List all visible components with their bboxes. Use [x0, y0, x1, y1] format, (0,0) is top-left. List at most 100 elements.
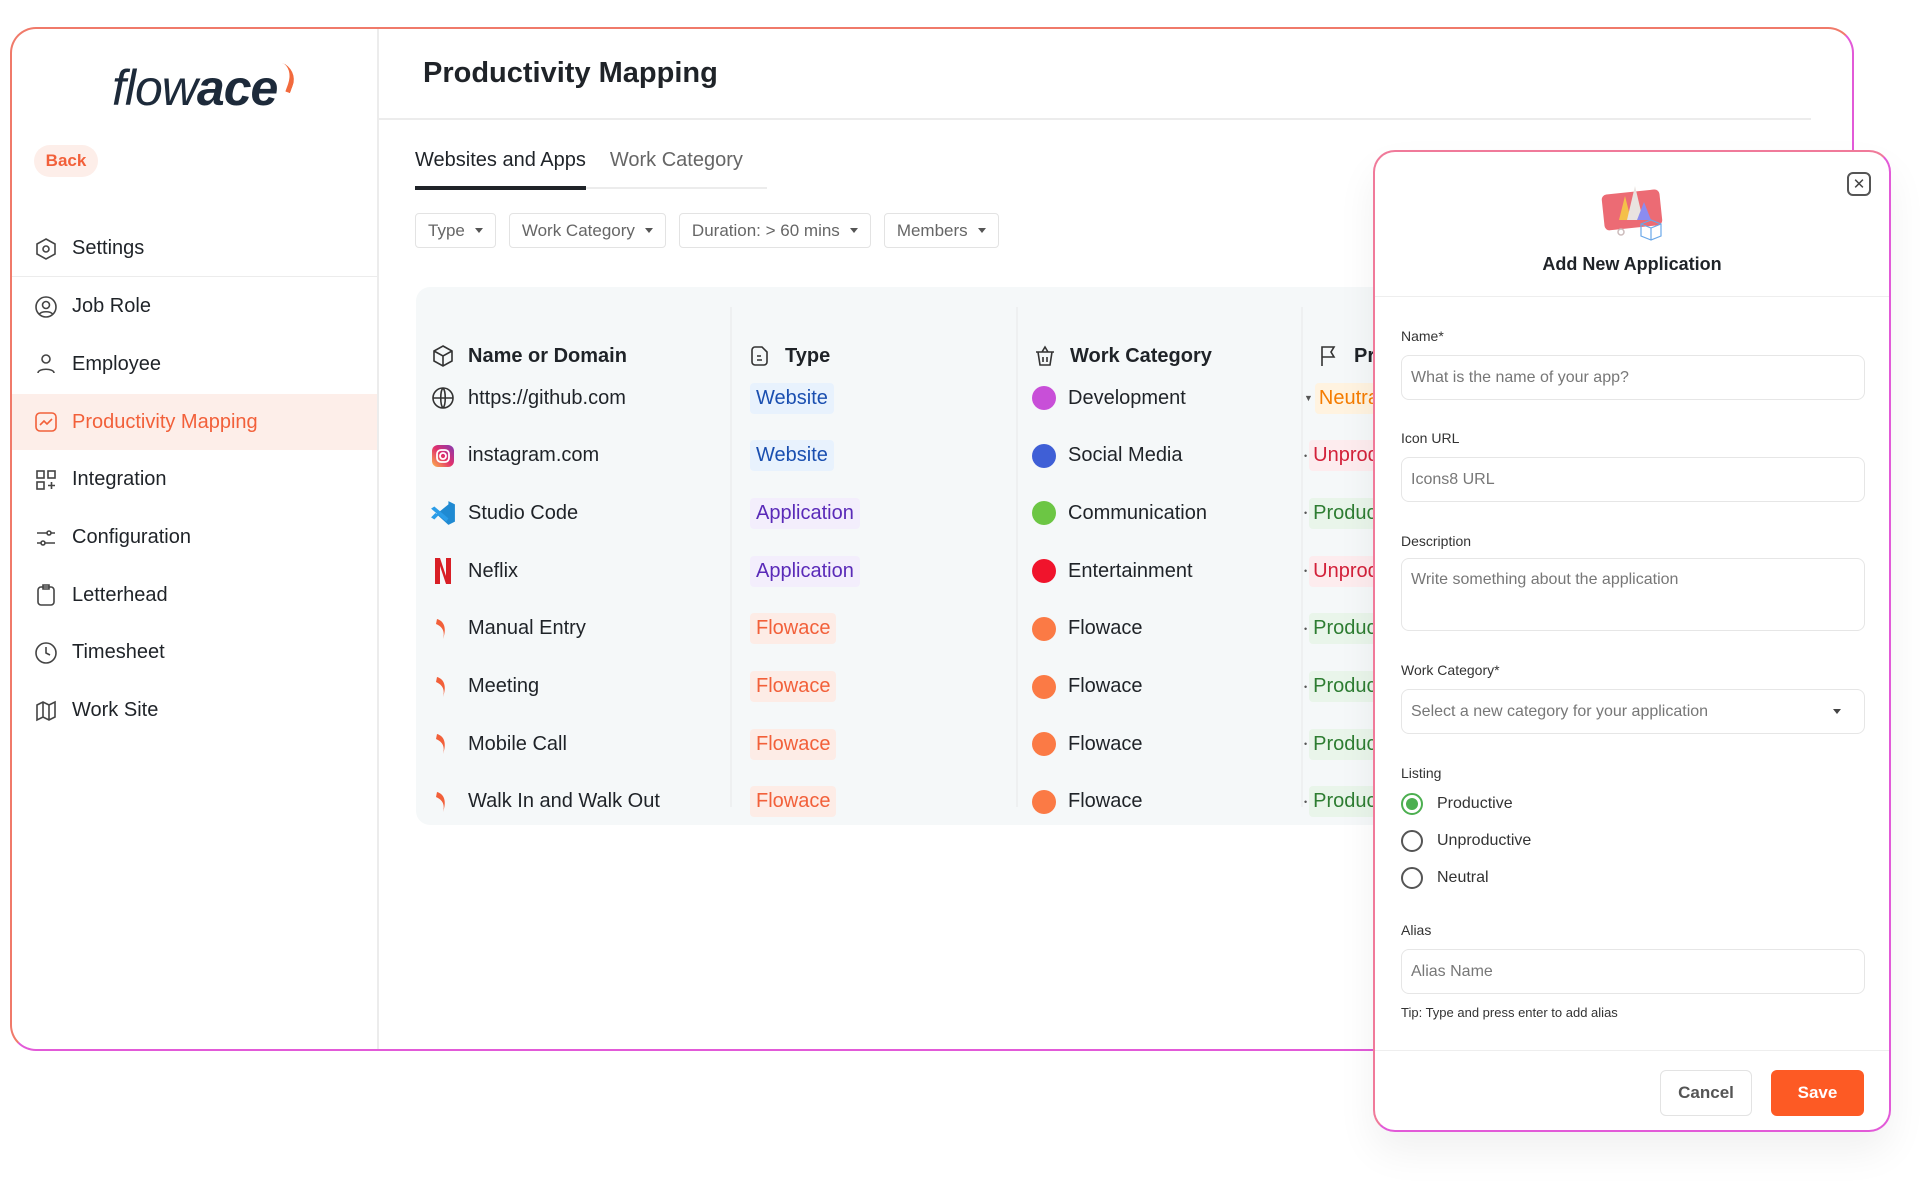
description-textarea[interactable]: [1401, 558, 1865, 631]
category-label: Flowace: [1068, 732, 1143, 755]
table-row-category[interactable]: Flowace: [1032, 724, 1142, 764]
table-row-type: Flowace: [750, 609, 837, 649]
table-row-productivity[interactable]: • Unprod: [1304, 551, 1383, 591]
sidebar-item-label: Integration: [72, 468, 167, 491]
productivity-badge: Produc: [1309, 497, 1381, 529]
table-row-productivity[interactable]: • Produc: [1304, 493, 1381, 533]
table-row-name[interactable]: Meeting: [430, 667, 539, 707]
sidebar-item-label: Employee: [72, 352, 161, 375]
globe-icon: [430, 385, 456, 411]
column-header-name[interactable]: Name or Domain: [430, 336, 627, 376]
caret-down-icon: •: [1304, 566, 1308, 577]
table-row-productivity[interactable]: • Produc: [1304, 724, 1381, 764]
filter-work-category[interactable]: Work Category: [508, 213, 666, 248]
netflix-icon: [430, 558, 456, 585]
user-circle-icon: [34, 295, 58, 319]
caret-down-icon: ▼: [1304, 393, 1313, 403]
category-color-dot: [1032, 789, 1056, 814]
caret-down-icon: •: [1304, 450, 1308, 461]
table-row-name[interactable]: https://github.com: [430, 378, 626, 418]
sidebar-item-job-role[interactable]: Job Role: [12, 279, 377, 335]
table-row-name[interactable]: instagram.com: [430, 436, 599, 476]
radio-productive[interactable]: Productive: [1401, 793, 1513, 815]
table-row-name[interactable]: Mobile Call: [430, 724, 567, 764]
tab-websites-and-apps[interactable]: Websites and Apps: [415, 149, 586, 190]
sidebar-item-configuration[interactable]: Configuration: [12, 510, 377, 566]
type-badge: Flowace: [750, 613, 837, 645]
package-icon: [430, 343, 456, 369]
table-row-category[interactable]: Flowace: [1032, 782, 1142, 822]
productivity-badge: Produc: [1309, 671, 1381, 702]
panel-header: ✕ Add New Application: [1375, 152, 1889, 297]
radio-unproductive[interactable]: Unproductive: [1401, 830, 1531, 852]
radio-neutral[interactable]: Neutral: [1401, 867, 1489, 889]
sidebar-item-label: Settings: [72, 237, 145, 259]
name-input[interactable]: [1401, 355, 1865, 400]
flowace-icon: [430, 789, 456, 815]
caret-down-icon: [849, 228, 858, 233]
table-row-name[interactable]: Neflix: [430, 551, 518, 591]
alias-input[interactable]: [1401, 949, 1865, 994]
alias-label: Alias: [1401, 922, 1432, 938]
file-icon: [747, 343, 773, 369]
table-row-productivity[interactable]: • Produc: [1304, 667, 1381, 707]
sidebar-item-timesheet[interactable]: Timesheet: [12, 625, 377, 681]
table-row-productivity[interactable]: • Produc: [1304, 609, 1381, 649]
table-row-name[interactable]: Walk In and Walk Out: [430, 782, 660, 822]
table-row-name[interactable]: Studio Code: [430, 493, 578, 533]
filter-type[interactable]: Type: [415, 213, 496, 248]
filter-duration[interactable]: Duration: > 60 mins: [678, 213, 871, 248]
close-icon[interactable]: ✕: [1847, 172, 1871, 196]
type-badge: Application: [750, 497, 860, 529]
table-row-category[interactable]: Entertainment: [1032, 551, 1193, 591]
productivity-badge: Produc: [1309, 786, 1381, 818]
column-divider: [1301, 307, 1303, 807]
productivity-badge: Produc: [1309, 613, 1381, 645]
app-name: instagram.com: [468, 444, 600, 467]
filter-members[interactable]: Members: [883, 213, 999, 248]
sidebar-item-letterhead[interactable]: Letterhead: [12, 567, 377, 623]
caret-down-icon: [1833, 709, 1841, 714]
sidebar-item-employee[interactable]: Employee: [12, 336, 377, 392]
sidebar-item-work-site[interactable]: Work Site: [12, 683, 377, 739]
sidebar-item-integration[interactable]: Integration: [12, 452, 377, 508]
table-row-category[interactable]: Communication: [1032, 493, 1207, 533]
flowace-logo: flowace: [112, 59, 300, 117]
sidebar-item-label: Timesheet: [72, 641, 165, 664]
tab-work-category[interactable]: Work Category: [610, 149, 743, 187]
table-row-category[interactable]: Social Media: [1032, 436, 1183, 476]
save-button[interactable]: Save: [1771, 1070, 1864, 1116]
table-row-category[interactable]: Flowace: [1032, 667, 1142, 707]
category-label: Social Media: [1068, 444, 1183, 467]
hexagon-gear-icon: [34, 237, 58, 261]
back-button[interactable]: Back: [34, 145, 98, 177]
caret-down-icon: [644, 228, 653, 233]
type-badge: Website: [750, 382, 834, 414]
map-icon: [34, 699, 58, 723]
column-header-work-category[interactable]: Work Category: [1032, 336, 1212, 376]
sidebar-item-label: Job Role: [72, 295, 151, 318]
category-color-dot: [1032, 674, 1056, 699]
sidebar-item-productivity-mapping[interactable]: Productivity Mapping: [12, 394, 377, 451]
clipboard-icon: [34, 583, 58, 607]
clock-icon: [34, 641, 58, 665]
table-row-productivity[interactable]: • Unprod: [1304, 436, 1383, 476]
table-row-productivity[interactable]: • Produc: [1304, 782, 1381, 822]
column-header-type[interactable]: Type: [747, 336, 830, 376]
table-row-name[interactable]: Manual Entry: [430, 609, 586, 649]
page-title: Productivity Mapping: [423, 57, 718, 89]
sliders-icon: [34, 526, 58, 550]
app-name: Neflix: [468, 559, 519, 582]
table-row-category[interactable]: Development: [1032, 378, 1186, 418]
app-name: Walk In and Walk Out: [468, 790, 660, 813]
sidebar-item-settings[interactable]: Settings: [12, 221, 377, 277]
work-category-select[interactable]: Select a new category for your applicati…: [1401, 689, 1865, 734]
panel-title: Add New Application: [1542, 254, 1722, 274]
icon-url-input[interactable]: [1401, 457, 1865, 502]
table-row-category[interactable]: Flowace: [1032, 609, 1142, 649]
cancel-button[interactable]: Cancel: [1660, 1070, 1752, 1116]
productivity-badge: Unprod: [1309, 440, 1383, 472]
type-badge: Flowace: [750, 786, 837, 818]
category-label: Flowace: [1068, 617, 1143, 640]
app-name: Meeting: [468, 675, 540, 697]
